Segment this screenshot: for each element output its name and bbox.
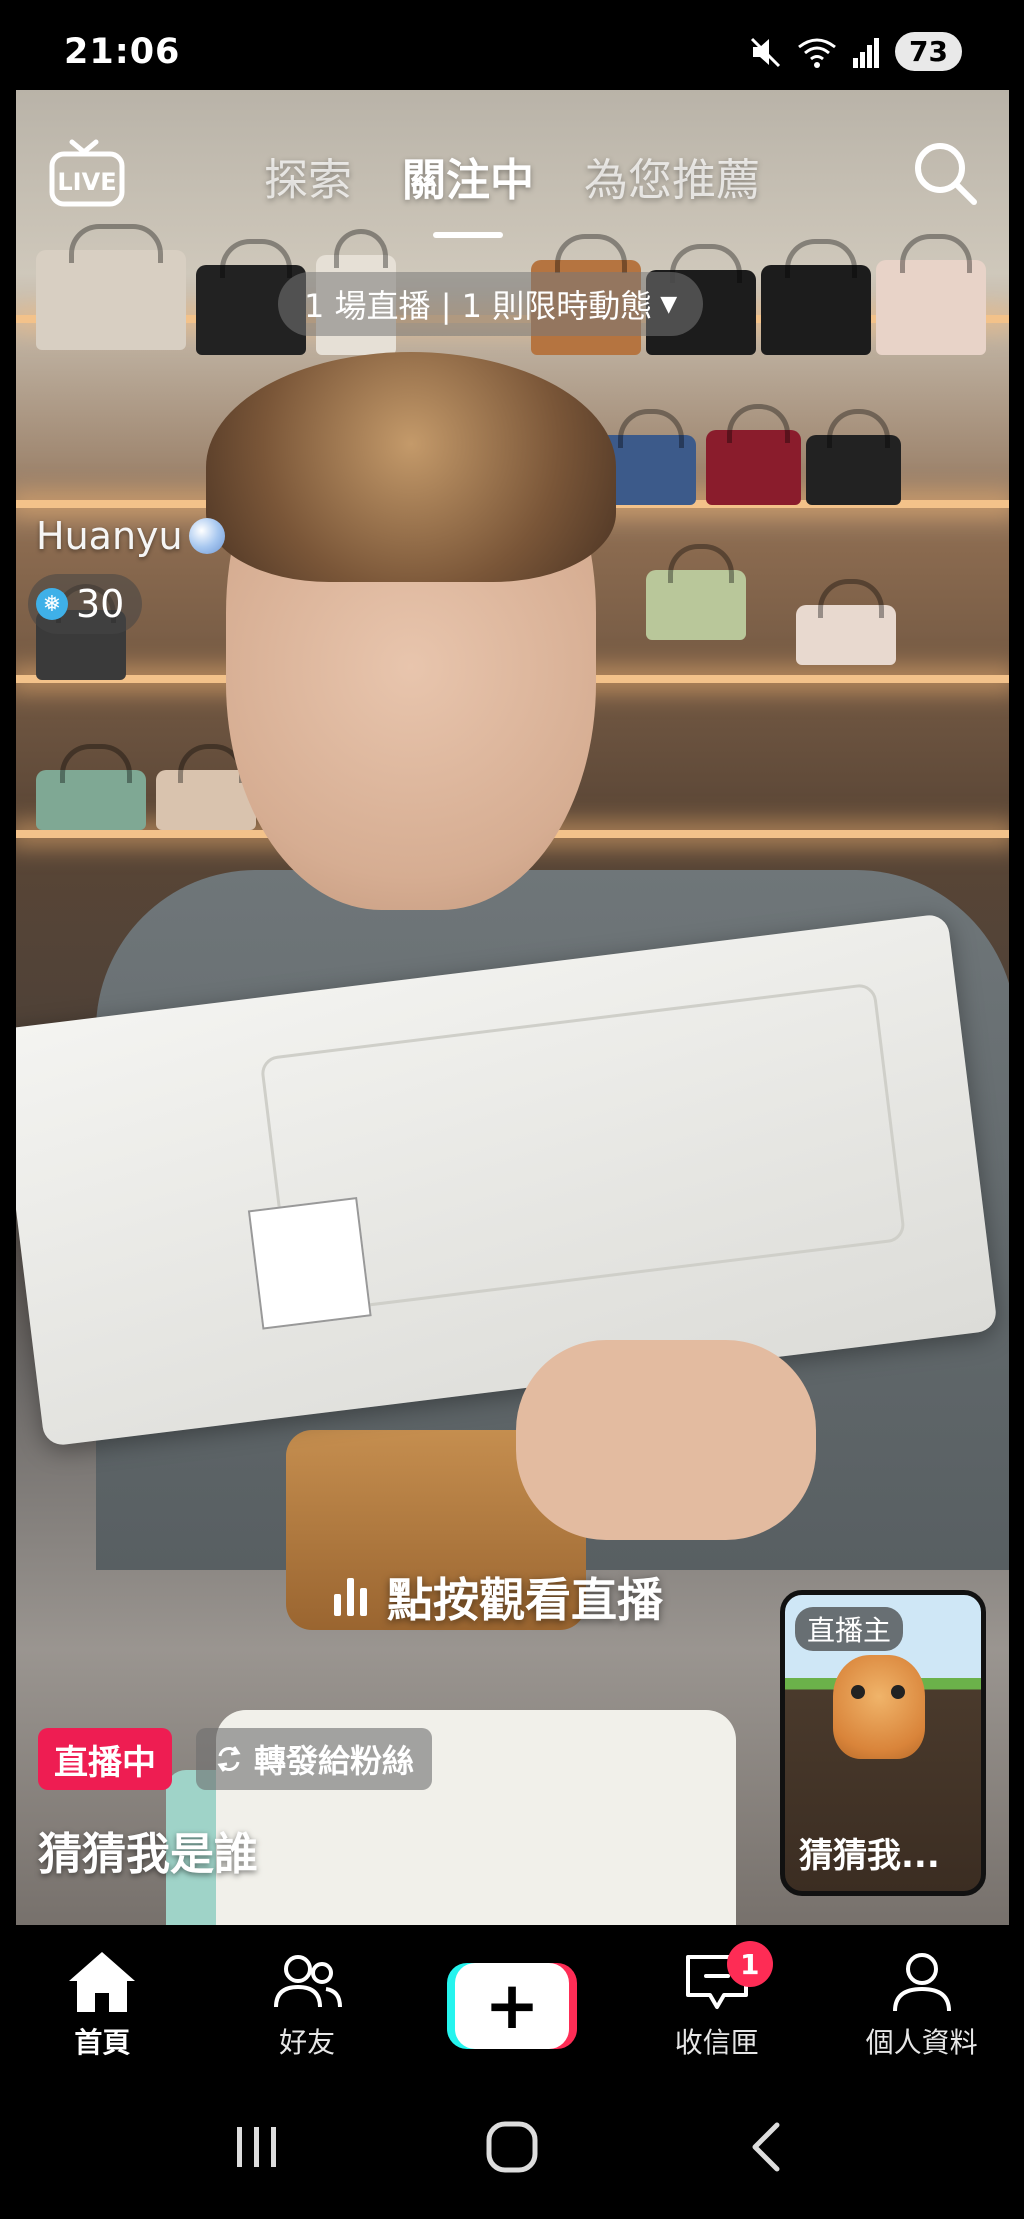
chevron-down-icon: ▼: [660, 291, 678, 317]
product-tag: [247, 1197, 372, 1330]
friends-icon: [274, 1955, 343, 2008]
live-badge: 直播中: [38, 1728, 172, 1790]
repost-icon: [217, 1746, 241, 1772]
viewer-count: ❅ 30: [28, 574, 143, 634]
host-card[interactable]: 直播主 猜猜我...: [780, 1590, 986, 1896]
live-bars-icon: [334, 1578, 367, 1616]
home-button-icon[interactable]: [482, 2119, 542, 2175]
bag: [36, 744, 146, 830]
mute-icon: [750, 37, 781, 67]
wifi-icon: [798, 38, 836, 68]
bag: [706, 404, 801, 505]
nav-friends[interactable]: 好友: [217, 1949, 397, 2061]
nav-home[interactable]: 首頁: [12, 1949, 192, 2061]
bag: [876, 234, 986, 355]
create-button[interactable]: +: [446, 1963, 577, 2049]
feed-tabs: 探索 關注中 為您推薦: [0, 144, 1024, 208]
host-card-name: 猜猜我...: [799, 1836, 940, 1876]
inbox-badge: 1: [726, 1941, 773, 1987]
system-nav: [0, 2075, 1024, 2219]
tap-to-watch-label: 點按觀看直播: [387, 1573, 663, 1627]
tab-for-you[interactable]: 為您推薦: [584, 144, 760, 208]
tap-to-watch-button[interactable]: 點按觀看直播: [334, 1564, 663, 1630]
bag: [761, 239, 871, 355]
battery-indicator: 73: [895, 32, 962, 71]
search-icon[interactable]: [910, 138, 980, 208]
host-hand: [516, 1340, 816, 1540]
plus-icon: +: [454, 1963, 569, 2049]
viewer-icon: ❅: [36, 588, 68, 620]
back-icon[interactable]: [737, 2119, 797, 2175]
bag: [36, 224, 186, 350]
host-name[interactable]: Huanyu: [36, 514, 225, 558]
bottom-nav: 首頁 好友 + 1 收信匣 個人資料: [0, 1925, 1024, 2075]
status-icons: 73: [749, 32, 962, 71]
nav-friends-label: 好友: [279, 2026, 336, 2059]
host-name-text: Huanyu: [36, 514, 183, 558]
nav-profile-label: 個人資料: [865, 2026, 978, 2059]
recents-icon[interactable]: [227, 2119, 287, 2175]
status-time: 21:06: [64, 32, 181, 72]
bag: [796, 579, 896, 665]
host-figure-hair: [206, 352, 616, 582]
home-icon: [69, 1952, 136, 2012]
live-story-label: 1 場直播 | 1 則限時動態: [304, 287, 653, 325]
repost-label: 轉發給粉絲: [254, 1742, 415, 1780]
nav-create[interactable]: +: [422, 1949, 602, 2049]
stream-title: 猜猜我是誰: [38, 1829, 258, 1880]
host-card-label: 直播主: [795, 1607, 904, 1651]
status-bar: 21:06 73: [0, 0, 1024, 90]
viewer-count-text: 30: [76, 582, 125, 626]
bubble-icon: [188, 518, 225, 554]
bag: [806, 409, 901, 505]
bag: [646, 544, 746, 640]
repost-to-fans-button[interactable]: 轉發給粉絲: [196, 1728, 433, 1790]
nav-inbox-label: 收信匣: [674, 2026, 759, 2059]
signal-icon: [853, 37, 880, 68]
host-avatar: [833, 1655, 925, 1759]
tab-following[interactable]: 關注中: [402, 144, 534, 208]
nav-inbox[interactable]: 1 收信匣: [627, 1941, 807, 2061]
profile-icon: [892, 1953, 951, 2012]
tab-explore[interactable]: 探索: [264, 144, 352, 208]
nav-profile[interactable]: 個人資料: [832, 1949, 1012, 2061]
nav-home-label: 首頁: [74, 2026, 131, 2059]
live-story-pill[interactable]: 1 場直播 | 1 則限時動態 ▼: [278, 272, 704, 336]
top-nav: LIVE 探索 關注中 為您推薦: [0, 120, 1024, 240]
